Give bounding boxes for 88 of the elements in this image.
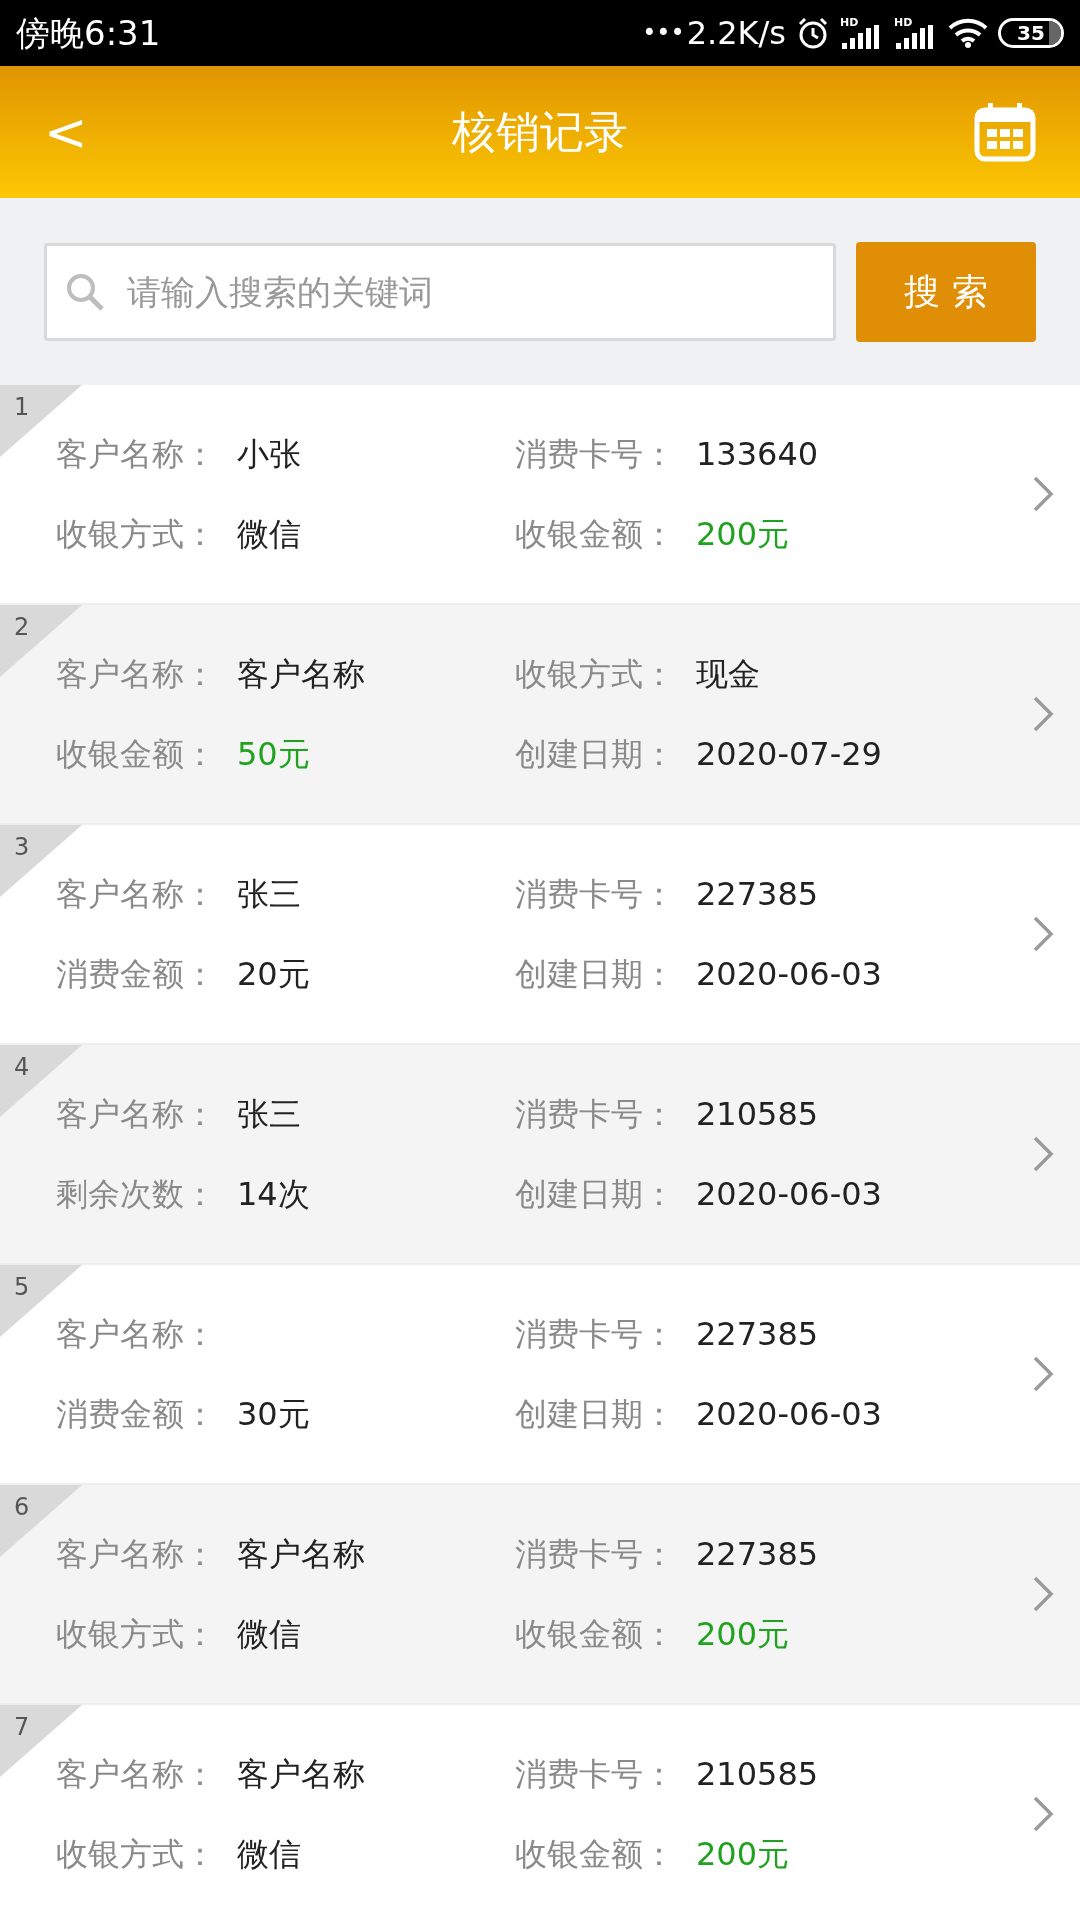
field-value: 微信 bbox=[237, 1616, 301, 1652]
field-label: 收银金额： bbox=[515, 1616, 676, 1652]
record-item[interactable]: 4 客户名称： 张三 消费卡号： 210585 剩余次数： 14次 创建日期： 2020-06-03 bbox=[0, 1045, 1080, 1263]
record-item[interactable]: 7 客户名称： 客户名称 消费卡号： 210585 收银方式： 微信 收银金额： 200元 bbox=[0, 1705, 1080, 1920]
record-number: 6 bbox=[14, 1495, 30, 1519]
field-label: 收银金额： bbox=[515, 516, 676, 552]
chevron-right-icon bbox=[1032, 695, 1054, 733]
field-value: 14次 bbox=[237, 1176, 310, 1212]
field-label: 消费金额： bbox=[56, 956, 217, 992]
field-value: 30元 bbox=[237, 1396, 310, 1432]
field-label: 消费卡号： bbox=[515, 1536, 676, 1572]
record-item[interactable]: 3 客户名称： 张三 消费卡号： 227385 消费金额： 20元 创建日期： 2020-06-03 bbox=[0, 825, 1080, 1043]
wifi-icon bbox=[948, 18, 988, 48]
field-value: 张三 bbox=[237, 876, 301, 912]
record-item[interactable]: 1 客户名称： 小张 消费卡号： 133640 收银方式： 微信 收银金额： 200元 bbox=[0, 385, 1080, 603]
field-value: 现金 bbox=[696, 656, 760, 692]
field-label: 创建日期： bbox=[515, 1176, 676, 1212]
field-value: 227385 bbox=[696, 876, 819, 912]
record-number: 2 bbox=[14, 615, 30, 639]
field-label: 收银金额： bbox=[515, 1836, 676, 1872]
chevron-right-icon bbox=[1032, 915, 1054, 953]
record-item[interactable]: 5 客户名称： 消费卡号： 227385 消费金额： 30元 创建日期： 2020-06-03 bbox=[0, 1265, 1080, 1483]
search-field[interactable]: 请输入搜索的关键词 bbox=[44, 242, 836, 341]
field-value: 210585 bbox=[696, 1096, 819, 1132]
status-dots: ••• bbox=[642, 21, 685, 45]
field-value: 200元 bbox=[696, 1616, 790, 1652]
field-value: 客户名称 bbox=[237, 656, 365, 692]
field-label: 创建日期： bbox=[515, 956, 676, 992]
battery-indicator: 35 bbox=[998, 18, 1064, 48]
field-label: 客户名称： bbox=[56, 1756, 217, 1792]
field-label: 收银方式： bbox=[56, 516, 217, 552]
field-label: 消费金额： bbox=[56, 1396, 217, 1432]
field-value: 张三 bbox=[237, 1096, 301, 1132]
field-value: 200元 bbox=[696, 516, 790, 552]
field-value: 50元 bbox=[237, 736, 310, 772]
chevron-right-icon bbox=[1032, 1575, 1054, 1613]
field-label: 收银方式： bbox=[56, 1616, 217, 1652]
field-value: 客户名称 bbox=[237, 1536, 365, 1572]
hd-label: HD bbox=[894, 17, 913, 28]
alarm-icon bbox=[796, 16, 830, 50]
field-label: 客户名称： bbox=[56, 1096, 217, 1132]
chevron-right-icon bbox=[1032, 1135, 1054, 1173]
chevron-right-icon bbox=[1032, 475, 1054, 513]
record-item[interactable]: 6 客户名称： 客户名称 消费卡号： 227385 收银方式： 微信 收银金额： 200元 bbox=[0, 1485, 1080, 1703]
field-value: 200元 bbox=[696, 1836, 790, 1872]
record-number: 3 bbox=[14, 835, 30, 859]
field-label: 收银金额： bbox=[56, 736, 217, 772]
field-label: 客户名称： bbox=[56, 436, 217, 472]
field-value: 客户名称 bbox=[237, 1756, 365, 1792]
field-value: 227385 bbox=[696, 1536, 819, 1572]
record-item[interactable]: 2 客户名称： 客户名称 收银方式： 现金 收银金额： 50元 创建日期： 2020-07-29 bbox=[0, 605, 1080, 823]
record-number: 7 bbox=[14, 1715, 30, 1739]
hd-label: HD bbox=[840, 17, 859, 28]
field-label: 客户名称： bbox=[56, 1316, 217, 1352]
field-label: 收银方式： bbox=[515, 656, 676, 692]
field-label: 客户名称： bbox=[56, 1536, 217, 1572]
field-label: 剩余次数： bbox=[56, 1176, 217, 1212]
field-value: 2020-07-29 bbox=[696, 736, 882, 772]
status-time: 傍晚6:31 bbox=[16, 16, 161, 50]
search-icon bbox=[65, 271, 105, 312]
field-value: 微信 bbox=[237, 516, 301, 552]
field-label: 创建日期： bbox=[515, 736, 676, 772]
field-value: 2020-06-03 bbox=[696, 956, 882, 992]
field-label: 消费卡号： bbox=[515, 1096, 676, 1132]
field-label: 客户名称： bbox=[56, 876, 217, 912]
record-number: 1 bbox=[14, 395, 30, 419]
calendar-icon bbox=[974, 102, 1036, 162]
field-value: 20元 bbox=[237, 956, 310, 992]
field-value: 2020-06-03 bbox=[696, 1176, 882, 1212]
field-value: 微信 bbox=[237, 1836, 301, 1872]
network-speed: 2.2K/s bbox=[686, 17, 786, 49]
field-value: 133640 bbox=[696, 436, 819, 472]
field-value: 小张 bbox=[237, 436, 301, 472]
field-value: 2020-06-03 bbox=[696, 1396, 882, 1432]
chevron-right-icon bbox=[1032, 1795, 1054, 1833]
field-label: 创建日期： bbox=[515, 1396, 676, 1432]
field-value: 210585 bbox=[696, 1756, 819, 1792]
chevron-right-icon bbox=[1032, 1355, 1054, 1393]
record-number: 4 bbox=[14, 1055, 30, 1079]
record-number: 5 bbox=[14, 1275, 30, 1299]
field-label: 消费卡号： bbox=[515, 436, 676, 472]
field-value: 227385 bbox=[696, 1316, 819, 1352]
field-label: 客户名称： bbox=[56, 656, 217, 692]
field-label: 收银方式： bbox=[56, 1836, 217, 1872]
field-label: 消费卡号： bbox=[515, 1316, 676, 1352]
field-label: 消费卡号： bbox=[515, 1756, 676, 1792]
field-label: 消费卡号： bbox=[515, 876, 676, 912]
page-title: 核销记录 bbox=[451, 110, 629, 154]
